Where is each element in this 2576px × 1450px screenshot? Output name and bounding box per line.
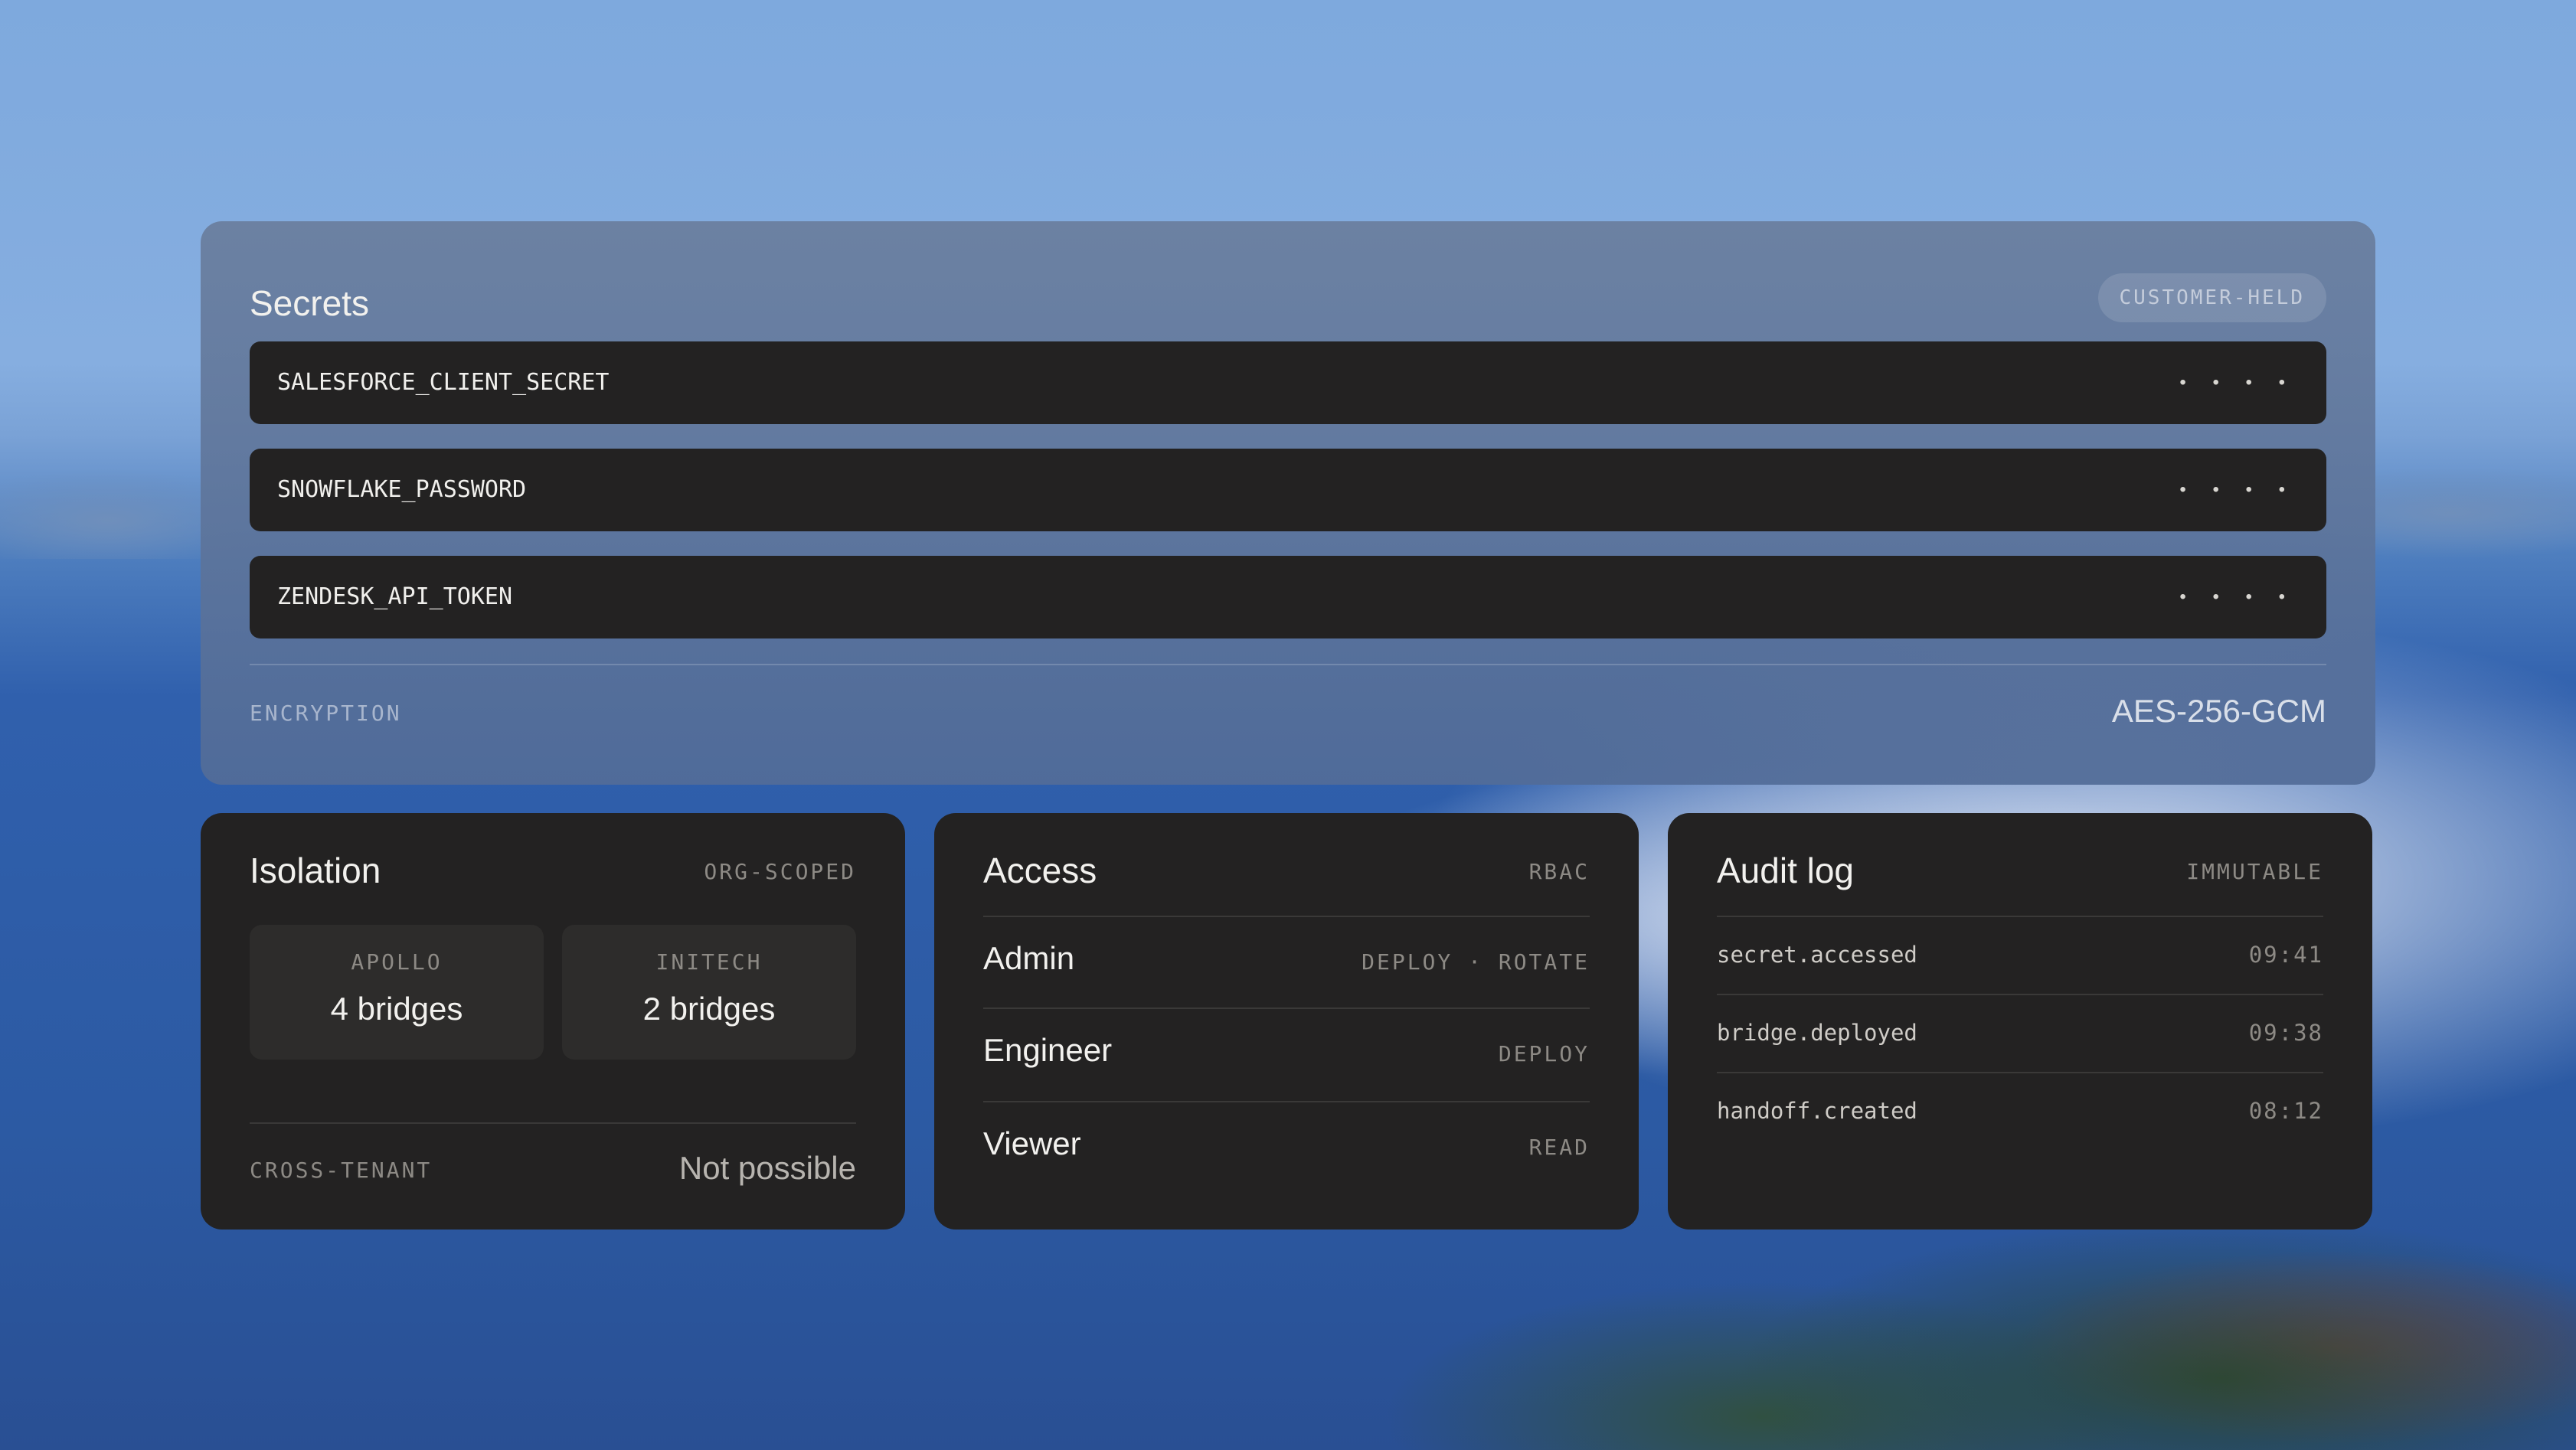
divider [1717, 1072, 2323, 1073]
audit-time: 09:41 [2248, 942, 2323, 968]
cross-tenant-value: Not possible [678, 1150, 856, 1186]
access-card: Access RBAC Admin DEPLOY · ROTATE Engine… [934, 813, 1639, 1230]
isolation-title: Isolation [250, 851, 381, 890]
divider [250, 1122, 856, 1124]
tenant-name: APOLLO [351, 949, 443, 975]
audit-time: 08:12 [2248, 1098, 2323, 1124]
cross-tenant-label: CROSS-TENANT [250, 1158, 433, 1183]
secrets-panel: Secrets CUSTOMER-HELD SALESFORCE_CLIENT_… [201, 221, 2375, 785]
rbac-tag: RBAC [1528, 859, 1590, 884]
divider [983, 916, 1590, 917]
divider [983, 1007, 1590, 1009]
audit-event: bridge.deployed [1717, 1020, 1917, 1046]
encryption-label: ENCRYPTION [250, 701, 402, 726]
encryption-value: AES-256-GCM [2111, 693, 2326, 729]
role-admin: Admin [983, 940, 1075, 976]
customer-held-badge: CUSTOMER-HELD [2097, 273, 2326, 322]
divider [1717, 994, 2323, 995]
role-viewer: Viewer [983, 1125, 1081, 1161]
org-scoped-tag: ORG-SCOPED [704, 859, 856, 884]
isolation-card: Isolation ORG-SCOPED APOLLO 4 bridges IN… [201, 813, 905, 1230]
secret-row-zendesk[interactable]: ZENDESK_API_TOKEN • • • • [250, 556, 2326, 638]
secret-row-salesforce[interactable]: SALESFORCE_CLIENT_SECRET • • • • [250, 341, 2326, 424]
audit-log-card: Audit log IMMUTABLE secret.accessed 09:4… [1668, 813, 2372, 1230]
audit-log-title: Audit log [1717, 851, 1855, 890]
secret-name: SNOWFLAKE_PASSWORD [277, 476, 527, 503]
masked-value: • • • • [2179, 479, 2296, 500]
tenant-bridge-count: 2 bridges [642, 991, 776, 1027]
masked-value: • • • • [2179, 586, 2296, 607]
secret-name: ZENDESK_API_TOKEN [277, 583, 513, 610]
secrets-title: Secrets [250, 283, 369, 323]
masked-value: • • • • [2179, 372, 2296, 393]
access-title: Access [983, 851, 1097, 890]
role-permissions: DEPLOY [1498, 1041, 1590, 1066]
audit-time: 09:38 [2248, 1020, 2323, 1046]
divider [1717, 916, 2323, 917]
immutable-tag: IMMUTABLE [2186, 859, 2323, 884]
audit-event: handoff.created [1717, 1098, 1917, 1124]
secrets-header: Secrets CUSTOMER-HELD [250, 267, 2326, 328]
divider [983, 1101, 1590, 1102]
tenant-name: INITECH [655, 949, 763, 975]
tenant-initech: INITECH 2 bridges [562, 925, 856, 1060]
tenant-bridge-count: 4 bridges [330, 991, 463, 1027]
role-permissions: DEPLOY · ROTATE [1362, 949, 1590, 975]
audit-event: secret.accessed [1717, 942, 1917, 968]
divider [250, 664, 2326, 665]
role-permissions: READ [1528, 1135, 1590, 1160]
tenant-apollo: APOLLO 4 bridges [250, 925, 544, 1060]
secret-row-snowflake[interactable]: SNOWFLAKE_PASSWORD • • • • [250, 449, 2326, 531]
role-engineer: Engineer [983, 1032, 1113, 1068]
secret-name: SALESFORCE_CLIENT_SECRET [277, 369, 610, 396]
